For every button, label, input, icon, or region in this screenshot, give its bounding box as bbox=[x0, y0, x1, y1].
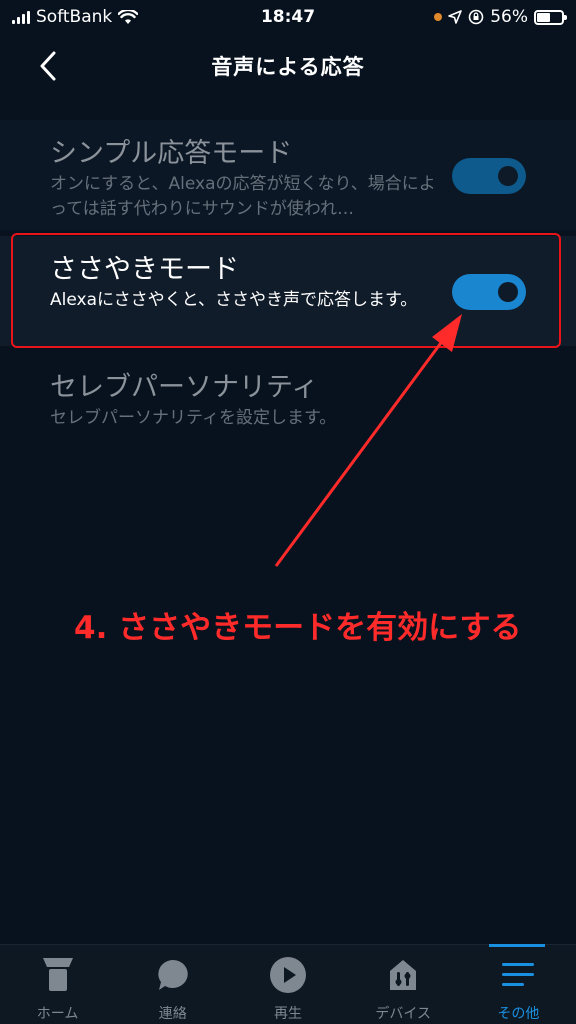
status-left: SoftBank bbox=[12, 7, 139, 27]
toggle-knob bbox=[498, 282, 518, 302]
nav-item-contacts[interactable]: 連絡 bbox=[115, 945, 230, 1024]
chat-bubble-icon bbox=[153, 955, 193, 995]
carrier-label: SoftBank bbox=[36, 7, 113, 27]
location-arrow-icon bbox=[448, 10, 463, 24]
setting-title: ささやきモード bbox=[50, 254, 239, 285]
home-icon bbox=[38, 955, 78, 995]
page-title: 音声による応答 bbox=[211, 55, 365, 79]
recording-dot-icon bbox=[434, 13, 443, 21]
page-header: 音声による応答 bbox=[0, 34, 576, 98]
signal-icon bbox=[12, 10, 30, 24]
whisper-mode-toggle[interactable] bbox=[452, 274, 526, 310]
setting-description: オンにすると、Alexaの応答が短くなり、場合によっては話す代わりにサウンドが使… bbox=[50, 174, 436, 219]
status-bar: SoftBank 18:47 56% bbox=[0, 0, 576, 34]
setting-title: セレブパーソナリティ bbox=[50, 372, 319, 403]
nav-label: 再生 bbox=[274, 1006, 302, 1022]
back-button[interactable] bbox=[30, 48, 66, 84]
bottom-nav: ホーム 連絡 再生 デバイス その他 bbox=[0, 944, 576, 1024]
battery-level bbox=[537, 12, 551, 22]
battery-percent: 56% bbox=[490, 7, 528, 27]
setting-description: Alexaにささやくと、ささやき声で応答します。 bbox=[50, 290, 418, 310]
nav-label: 連絡 bbox=[158, 1006, 187, 1022]
nav-label: ホーム bbox=[36, 1006, 79, 1022]
devices-icon bbox=[383, 955, 423, 995]
wifi-icon bbox=[118, 9, 139, 24]
nav-label: デバイス bbox=[375, 1006, 431, 1022]
setting-title: シンプル応答モード bbox=[50, 138, 293, 169]
setting-simple-response: シンプル応答モード オンにすると、Alexaの応答が短くなり、場合によっては話す… bbox=[0, 120, 576, 230]
simple-response-toggle[interactable] bbox=[452, 158, 526, 194]
battery-icon bbox=[534, 9, 567, 25]
nav-label: その他 bbox=[497, 1006, 540, 1022]
play-icon bbox=[268, 955, 308, 995]
nav-item-play[interactable]: 再生 bbox=[230, 945, 345, 1024]
menu-icon bbox=[498, 955, 538, 995]
nav-item-home[interactable]: ホーム bbox=[0, 945, 115, 1024]
setting-whisper-mode: ささやきモード Alexaにささやくと、ささやき声で応答します。 bbox=[0, 236, 576, 346]
nav-item-devices[interactable]: デバイス bbox=[346, 945, 461, 1024]
status-right: 56% bbox=[434, 7, 567, 27]
setting-description: セレブパーソナリティを設定します。 bbox=[50, 408, 337, 428]
nav-item-more[interactable]: その他 bbox=[461, 945, 576, 1024]
toggle-knob bbox=[498, 166, 518, 186]
annotation-text: 4. ささやきモードを有効にする bbox=[74, 610, 522, 646]
setting-celebrity-personality[interactable]: セレブパーソナリティ セレブパーソナリティを設定します。 bbox=[0, 362, 576, 452]
rotation-lock-icon bbox=[468, 9, 484, 25]
chevron-left-icon bbox=[40, 51, 56, 81]
